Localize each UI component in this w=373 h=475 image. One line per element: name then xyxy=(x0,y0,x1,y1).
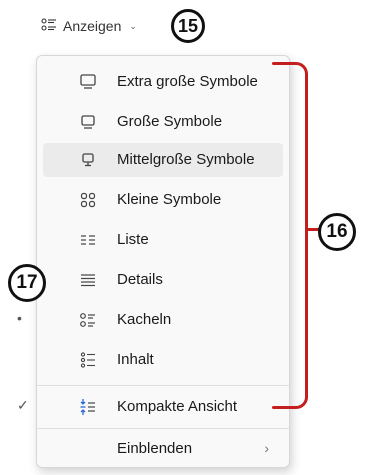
menu-item-label: Große Symbole xyxy=(117,113,223,130)
menu-item-small-icons[interactable]: Kleine Symbole xyxy=(43,183,283,217)
menu-item-tiles[interactable]: • Kacheln xyxy=(17,303,283,337)
monitor-medium-icon xyxy=(77,149,99,171)
monitor-icon xyxy=(77,111,99,133)
checkmark-icon: ✓ xyxy=(17,397,29,413)
menu-divider xyxy=(37,385,291,386)
annotation-bracket-tip xyxy=(305,228,319,231)
menu-item-show-submenu[interactable]: Einblenden › xyxy=(43,432,283,466)
view-dropdown-menu: Extra große Symbole Große Symbole Mittel… xyxy=(17,55,291,468)
menu-item-compact-view[interactable]: ✓ Kompakte Ansicht xyxy=(17,390,283,424)
menu-item-label: Liste xyxy=(117,231,149,248)
details-icon xyxy=(77,269,99,291)
callout-badge-17: 17 xyxy=(8,264,46,302)
menu-item-list[interactable]: Liste xyxy=(43,223,283,257)
menu-item-label: Kompakte Ansicht xyxy=(117,398,238,415)
menu-item-extra-large-icons[interactable]: Extra große Symbole xyxy=(43,65,283,99)
list-icon xyxy=(77,229,99,251)
content-icon xyxy=(77,349,99,371)
view-button-label: Anzeigen xyxy=(63,18,122,34)
selected-bullet-icon: • xyxy=(17,310,22,326)
monitor-large-icon xyxy=(77,71,99,93)
menu-item-medium-icons[interactable]: Mittelgroße Symbole xyxy=(43,143,283,177)
compact-view-icon xyxy=(77,396,99,418)
chevron-down-icon: ⌄ xyxy=(129,20,137,31)
grid-small-icon xyxy=(77,189,99,211)
menu-item-large-icons[interactable]: Große Symbole xyxy=(43,105,283,139)
view-button[interactable]: Anzeigen ⌄ xyxy=(33,10,169,42)
menu-item-content[interactable]: Inhalt xyxy=(43,343,283,377)
menu-item-label: Extra große Symbole xyxy=(117,73,258,90)
callout-badge-16-text: 16 xyxy=(326,221,348,242)
tiles-icon xyxy=(77,309,99,331)
callout-badge-17-text: 17 xyxy=(16,272,38,293)
menu-item-label: Mittelgroße Symbole xyxy=(117,151,255,168)
chevron-right-icon: › xyxy=(264,440,269,456)
menu-item-label: Inhalt xyxy=(117,351,154,368)
menu-item-label: Einblenden xyxy=(117,440,193,457)
menu-divider xyxy=(37,428,291,429)
menu-item-label: Kacheln xyxy=(117,311,172,328)
callout-badge-15: 15 xyxy=(171,9,205,43)
menu-item-details[interactable]: Details xyxy=(43,263,283,297)
tiles-icon xyxy=(41,17,57,36)
annotation-bracket-bottom xyxy=(272,406,294,409)
annotation-bracket xyxy=(290,62,308,409)
menu-item-label: Details xyxy=(117,271,163,288)
callout-badge-15-text: 15 xyxy=(177,15,199,36)
menu-item-label: Kleine Symbole xyxy=(117,191,222,208)
callout-badge-16: 16 xyxy=(318,213,356,251)
